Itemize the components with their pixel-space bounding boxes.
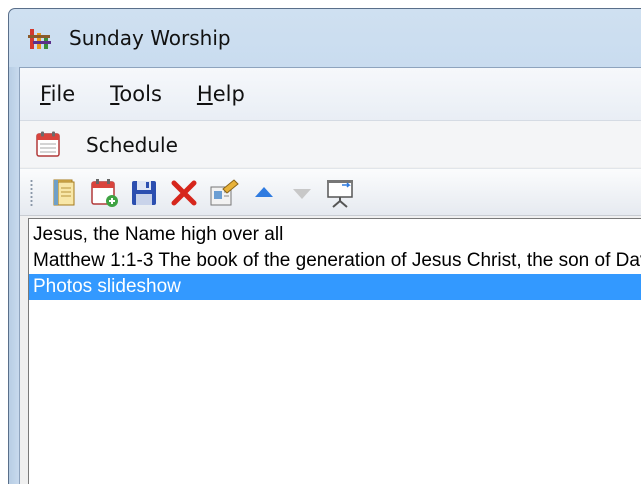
edit-card-icon [210,179,239,206]
app-icon [27,25,53,51]
menu-help[interactable]: Help [197,78,245,110]
title-bar[interactable]: Sunday Worship [9,9,641,67]
schedule-item[interactable]: Jesus, the Name high over all [29,222,641,248]
client-area: File Tools Help Schedule Jesus, the Name… [19,67,641,484]
arrow-down-icon [293,189,311,199]
open-schedule-button[interactable] [48,177,80,209]
calendar-icon [36,131,60,157]
new-schedule-item-button[interactable] [88,177,120,209]
menu-bar: File Tools Help [20,68,641,121]
presentation-screen-icon [327,180,353,208]
delete-button[interactable] [168,177,200,209]
schedule-list[interactable]: Jesus, the Name high over all Matthew 1:… [28,218,641,484]
move-down-button[interactable] [286,177,318,209]
window-frame-left [9,67,19,484]
edit-item-button[interactable] [208,177,240,209]
schedule-item-selected[interactable]: Photos slideshow [29,274,641,300]
toolbar-grip[interactable] [30,179,33,207]
window-title: Sunday Worship [69,26,231,50]
menu-file[interactable]: File [40,78,75,110]
notebook-icon [53,179,75,206]
arrow-up-icon [255,187,273,197]
schedule-item[interactable]: Matthew 1:1-3 The book of the generation… [29,248,641,274]
schedule-toolbar [20,168,641,216]
present-button[interactable] [324,177,356,209]
move-up-button[interactable] [248,177,280,209]
schedule-title: Schedule [86,133,178,157]
app-window: Sunday Worship File Tools Help Schedule [8,8,641,484]
schedule-panel-header: Schedule [20,121,641,167]
floppy-disk-icon [132,181,156,205]
red-x-icon [171,180,197,206]
save-button[interactable] [128,177,160,209]
menu-tools[interactable]: Tools [110,78,162,110]
calendar-add-icon [91,179,118,207]
